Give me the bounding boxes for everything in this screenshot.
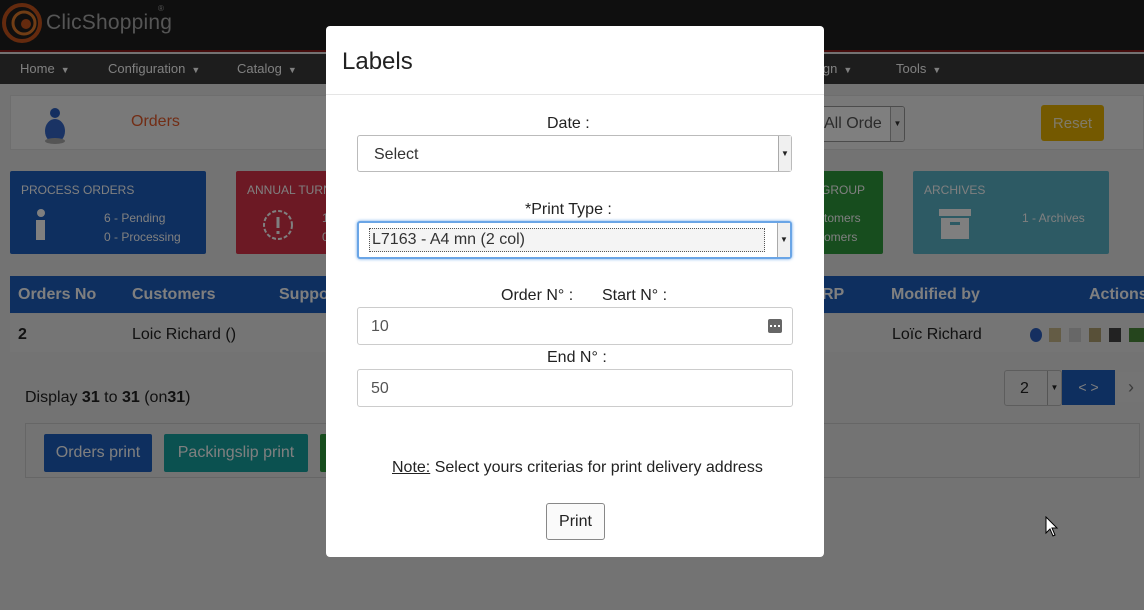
order-no-label: Order N° : (501, 287, 574, 304)
select-arrow-icon: ▼ (778, 136, 791, 171)
end-number-input[interactable]: 50 (357, 369, 793, 407)
end-no-label: End N° : (547, 349, 607, 366)
print-type-value: L7163 - A4 mn (2 col) (372, 231, 525, 248)
labels-modal: Labels Date : Select ▼ *Print Type : L71… (326, 26, 824, 557)
modal-divider (326, 94, 824, 95)
calendar-icon[interactable] (768, 319, 782, 333)
print-button[interactable]: Print (546, 503, 605, 540)
start-number-value: 10 (371, 318, 389, 335)
modal-title: Labels (342, 48, 413, 75)
print-type-select[interactable]: L7163 - A4 mn (2 col) ▼ (357, 221, 792, 259)
print-note: Note: Select yours criterias for print d… (392, 459, 763, 477)
start-number-input[interactable]: 10 (357, 307, 793, 345)
note-text: Select yours criterias for print deliver… (430, 459, 763, 476)
print-type-label: *Print Type : (525, 201, 612, 218)
date-select[interactable]: Select ▼ (357, 135, 792, 172)
cursor-icon (1045, 516, 1059, 537)
end-number-value: 50 (371, 380, 389, 397)
date-select-value: Select (374, 146, 419, 163)
note-label: Note: (392, 459, 431, 476)
start-no-label: Start N° : (602, 287, 668, 304)
date-label: Date : (547, 115, 590, 132)
select-arrow-icon: ▼ (777, 223, 790, 257)
